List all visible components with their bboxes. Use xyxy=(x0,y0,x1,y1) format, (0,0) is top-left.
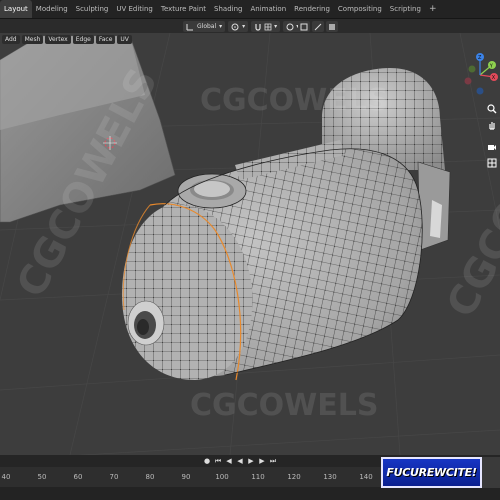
jump-end-icon[interactable]: ⏭ xyxy=(268,456,278,466)
chevron-down-icon: ▾ xyxy=(274,23,278,30)
tab-rendering[interactable]: Rendering xyxy=(290,0,334,18)
frame-tick: 90 xyxy=(181,473,191,481)
record-icon[interactable]: ● xyxy=(202,456,212,466)
menu-vertex[interactable]: Vertex xyxy=(45,35,71,44)
viewport-header: Global ▾ ▾ ▾ ▾ xyxy=(0,19,500,33)
menu-face[interactable]: Face xyxy=(95,35,116,44)
play-reverse-icon[interactable]: ◀ xyxy=(235,456,245,466)
tab-shading[interactable]: Shading xyxy=(210,0,246,18)
snap-dropdown[interactable]: ▾ xyxy=(251,21,281,32)
menu-edge[interactable]: Edge xyxy=(72,35,94,44)
frame-tick: 80 xyxy=(145,473,155,481)
viewport-menubar: Add Mesh Vertex Edge Face UV xyxy=(2,35,132,45)
overlay-toggle-c[interactable] xyxy=(326,21,338,32)
frame-tick: 40 xyxy=(1,473,11,481)
svg-text:Z: Z xyxy=(478,55,482,61)
3d-viewport[interactable]: CGCOWELS CGCOWELS CGCOWELS CGCOWELS Add … xyxy=(0,33,500,455)
menu-add[interactable]: Add xyxy=(2,35,20,44)
viewport-scene[interactable]: CGCOWELS CGCOWELS CGCOWELS CGCOWELS xyxy=(0,33,500,455)
camera-view-icon[interactable] xyxy=(486,141,498,153)
navigation-gizmo[interactable]: Y X Z xyxy=(460,47,500,105)
snap-icon xyxy=(255,23,261,31)
frame-tick: 130 xyxy=(323,473,337,481)
playback-controls: ● ⏮ ◀ ◀ ▶ ▶ ⏭ xyxy=(202,456,278,466)
tab-layout[interactable]: Layout xyxy=(0,0,32,18)
orientation-dropdown[interactable]: Global ▾ xyxy=(183,21,226,32)
axes-icon xyxy=(186,23,193,30)
status-bar xyxy=(0,487,500,500)
add-workspace-button[interactable]: + xyxy=(425,4,441,14)
frame-tick: 50 xyxy=(37,473,47,481)
watermark-banner: FUCUREWCITE! xyxy=(381,457,482,488)
tab-modeling[interactable]: Modeling xyxy=(32,0,72,18)
menu-mesh[interactable]: Mesh xyxy=(21,35,44,44)
zoom-icon[interactable] xyxy=(486,103,498,115)
banner-edge xyxy=(482,457,500,488)
tab-uv-editing[interactable]: UV Editing xyxy=(112,0,157,18)
chevron-down-icon: ▾ xyxy=(242,23,246,30)
vertex-select-icon xyxy=(300,23,308,30)
pan-hand-icon[interactable] xyxy=(486,119,498,131)
play-icon[interactable]: ▶ xyxy=(246,456,256,466)
frame-tick: 70 xyxy=(109,473,119,481)
prev-keyframe-icon[interactable]: ◀ xyxy=(224,456,234,466)
frame-tick: 110 xyxy=(251,473,265,481)
pivot-dropdown[interactable]: ▾ xyxy=(228,21,249,32)
menu-uv[interactable]: UV xyxy=(117,35,132,44)
tab-texture-paint[interactable]: Texture Paint xyxy=(157,0,210,18)
svg-text:X: X xyxy=(492,75,496,81)
workspace-tabs: Layout Modeling Sculpting UV Editing Tex… xyxy=(0,0,500,19)
frame-tick: 140 xyxy=(359,473,373,481)
transform-orientation-group: Global ▾ ▾ ▾ ▾ xyxy=(183,21,303,32)
frame-tick: 60 xyxy=(73,473,83,481)
jump-start-icon[interactable]: ⏮ xyxy=(213,456,223,466)
frame-tick: 100 xyxy=(215,473,229,481)
tab-sculpting[interactable]: Sculpting xyxy=(72,0,113,18)
watermark-banner-text: FUCUREWCITE! xyxy=(386,466,477,479)
grid-icon xyxy=(264,23,272,30)
tab-compositing[interactable]: Compositing xyxy=(334,0,386,18)
grid-view-icon[interactable] xyxy=(486,157,498,169)
orientation-label: Global xyxy=(197,23,217,30)
frame-tick: 120 xyxy=(287,473,301,481)
svg-text:CGCOWELS: CGCOWELS xyxy=(190,388,378,423)
face-select-icon xyxy=(329,23,335,30)
overlay-toggle-b[interactable] xyxy=(312,21,324,32)
tab-animation[interactable]: Animation xyxy=(246,0,290,18)
tab-scripting[interactable]: Scripting xyxy=(386,0,425,18)
chevron-down-icon: ▾ xyxy=(219,23,223,30)
overlay-toggle-a[interactable] xyxy=(298,21,310,32)
next-keyframe-icon[interactable]: ▶ xyxy=(257,456,267,466)
edge-select-icon xyxy=(314,23,322,30)
proportional-icon xyxy=(286,23,294,30)
svg-text:CGCOWELS: CGCOWELS xyxy=(200,83,388,118)
pivot-icon xyxy=(231,23,239,30)
viewport-overlays-group xyxy=(298,21,338,32)
